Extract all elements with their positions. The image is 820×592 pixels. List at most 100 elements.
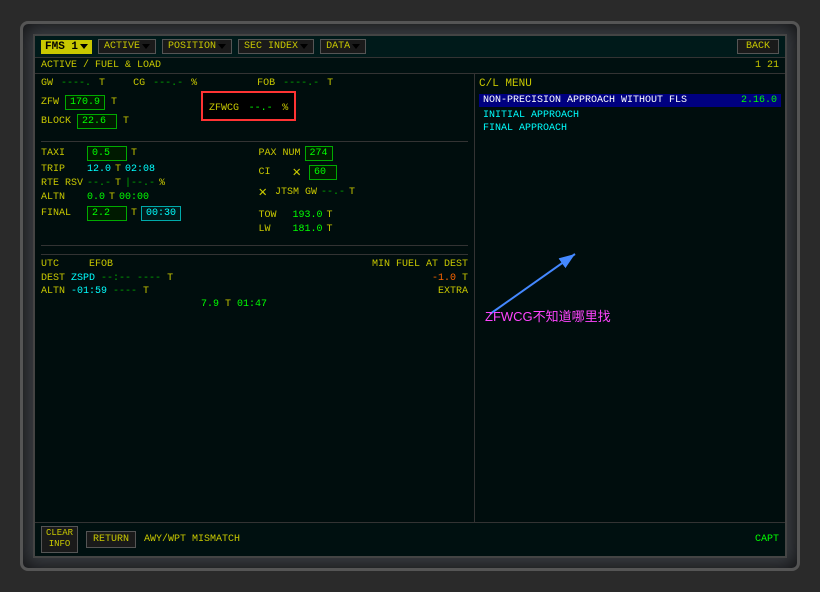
final-time[interactable]: 00:30 — [141, 206, 181, 221]
mismatch-text: AWY/WPT MISMATCH — [144, 534, 240, 545]
altn-time-2: -01:59 — [71, 286, 107, 297]
block-value[interactable]: 22.6 — [77, 114, 117, 129]
arrow-svg — [485, 234, 685, 334]
altn-row: ALTN 0.0 T 00:00 — [41, 192, 251, 203]
approach-text: NON-PRECISION APPROACH WITHOUT FLS — [483, 95, 687, 106]
active-arrow-icon — [142, 44, 150, 49]
extra-label: EXTRA — [438, 286, 468, 297]
pax-num-row: PAX NUM 274 — [259, 146, 469, 161]
block-label: BLOCK — [41, 116, 71, 127]
altn-unit: T — [109, 192, 115, 203]
jtsm-gw-value: --.- — [321, 187, 345, 198]
altn-fuel-row: ALTN -01:59 ---- T EXTRA — [41, 286, 468, 297]
pax-num-value[interactable]: 274 — [305, 146, 333, 161]
cl-menu-title: C/L MENU — [479, 78, 781, 90]
rte-rsv-pct: |--.- — [125, 178, 155, 189]
rte-rsv-row: RTE RSV --.- T |--.- % — [41, 178, 251, 189]
fob-label: FOB — [257, 78, 275, 89]
cg-label: CG — [133, 78, 145, 89]
fms-dropdown[interactable]: FMS 1 — [41, 40, 92, 54]
taxi-value[interactable]: 0.5 — [87, 146, 127, 161]
trip-value: 12.0 — [87, 164, 111, 175]
sec-index-btn[interactable]: SEC INDEX — [238, 39, 314, 54]
altn-time: 00:00 — [119, 192, 149, 203]
pax-num-label: PAX NUM — [259, 148, 301, 159]
ci-value[interactable]: 60 — [309, 165, 337, 180]
return-button[interactable]: RETURN — [86, 531, 136, 548]
min-fuel-unit: T — [462, 273, 468, 284]
zfwcg-label: ZFWCG — [209, 103, 239, 114]
active-btn[interactable]: ACTIVE — [98, 39, 156, 54]
back-button[interactable]: BACK — [737, 39, 779, 54]
zfw-unit: T — [111, 97, 117, 108]
top-bar: FMS 1 ACTIVE POSITION SEC INDEX DATA BAC… — [35, 36, 785, 58]
lw-row: LW 181.0 T — [259, 224, 469, 235]
zfw-section: ZFW 170.9 T BLOCK 22.6 T ZFWCG - — [41, 95, 468, 129]
efob-label: EFOB — [89, 259, 113, 270]
approach-row[interactable]: NON-PRECISION APPROACH WITHOUT FLS 2.16.… — [479, 94, 781, 107]
annotation-container: ZFWCG不知道哪里找 — [485, 234, 685, 339]
zfwcg-value[interactable]: --.- — [249, 103, 273, 114]
cg-unit: % — [191, 78, 197, 89]
extra-value: 7.9 — [201, 299, 219, 310]
final-value[interactable]: 2.2 — [87, 206, 127, 221]
annotation-text: ZFWCG不知道哪里找 — [485, 306, 611, 325]
lw-unit: T — [327, 224, 333, 235]
zfw-col: ZFW 170.9 T BLOCK 22.6 T — [41, 95, 129, 129]
dest-label: DEST — [41, 273, 65, 284]
jtsm-gw-unit: T — [349, 187, 355, 198]
dest-efob: ---- — [137, 273, 161, 284]
zfw-row: ZFW 170.9 T — [41, 95, 129, 110]
ci-row: CI ✕ 60 — [259, 164, 469, 181]
dest-dashes: --:-- — [101, 273, 131, 284]
bottom-bar: CLEARINFO RETURN AWY/WPT MISMATCH CAPT — [35, 522, 785, 556]
dest-efob-unit: T — [167, 273, 173, 284]
return-label: RETURN — [93, 534, 129, 545]
trip-unit: T — [115, 164, 121, 175]
lw-value: 181.0 — [293, 224, 323, 235]
final-row: FINAL 2.2 T 00:30 — [41, 206, 251, 221]
extra-unit: T — [225, 299, 231, 310]
approach-version: 2.16.0 — [741, 95, 777, 106]
cross-icon: ✕ — [293, 164, 301, 181]
min-fuel-value: -1.0 — [432, 273, 456, 284]
altn-label: ALTN — [41, 192, 83, 203]
sec-index-label: SEC INDEX — [244, 41, 298, 52]
outer-frame: FMS 1 ACTIVE POSITION SEC INDEX DATA BAC… — [20, 21, 800, 571]
active-label: ACTIVE — [104, 41, 140, 52]
zfwcg-box: ZFWCG --.- % — [201, 91, 296, 121]
rte-rsv-unit: T — [115, 178, 121, 189]
fob-value: ----.- — [283, 78, 319, 89]
zfw-value[interactable]: 170.9 — [65, 95, 105, 110]
data-btn[interactable]: DATA — [320, 39, 366, 54]
data-arrow-icon — [352, 44, 360, 49]
final-label: FINAL — [41, 208, 83, 219]
jtsm-gw-row: ✕ JTSM GW --.- T — [259, 184, 469, 201]
trip-label: TRIP — [41, 164, 83, 175]
fuel-header: UTC EFOB MIN FUEL AT DEST — [41, 259, 468, 270]
block-unit: T — [123, 116, 129, 127]
fob-unit: T — [327, 78, 333, 89]
initial-approach-item[interactable]: INITIAL APPROACH — [479, 109, 781, 122]
second-bar: ACTIVE / FUEL & LOAD 1 21 — [35, 58, 785, 74]
altn-efob: ---- — [113, 286, 137, 297]
gw-label: GW — [41, 78, 53, 89]
dest-code: ZSPD — [71, 273, 95, 284]
altn-efob-unit: T — [143, 286, 149, 297]
jtsm-gw-label: JTSM GW — [275, 187, 317, 198]
altn-label-2: ALTN — [41, 286, 65, 297]
dest-row: DEST ZSPD --:-- ---- T -1.0 T — [41, 273, 468, 284]
capt-text: CAPT — [755, 534, 779, 545]
right-panel: C/L MENU NON-PRECISION APPROACH WITHOUT … — [475, 74, 785, 522]
fms-arrow-icon — [80, 44, 88, 49]
rte-rsv-value: --.- — [87, 178, 111, 189]
gw-row: GW ----. T CG ---.- % FOB ----.- T — [41, 78, 468, 89]
final-approach-item[interactable]: FINAL APPROACH — [479, 122, 781, 135]
position-label: POSITION — [168, 41, 216, 52]
gw-value: ----. — [61, 78, 91, 89]
trip-row: TRIP 12.0 T 02:08 — [41, 164, 251, 175]
back-label: BACK — [746, 41, 770, 52]
position-btn[interactable]: POSITION — [162, 39, 232, 54]
taxi-unit: T — [131, 148, 137, 159]
clear-info-button[interactable]: CLEARINFO — [41, 526, 78, 553]
